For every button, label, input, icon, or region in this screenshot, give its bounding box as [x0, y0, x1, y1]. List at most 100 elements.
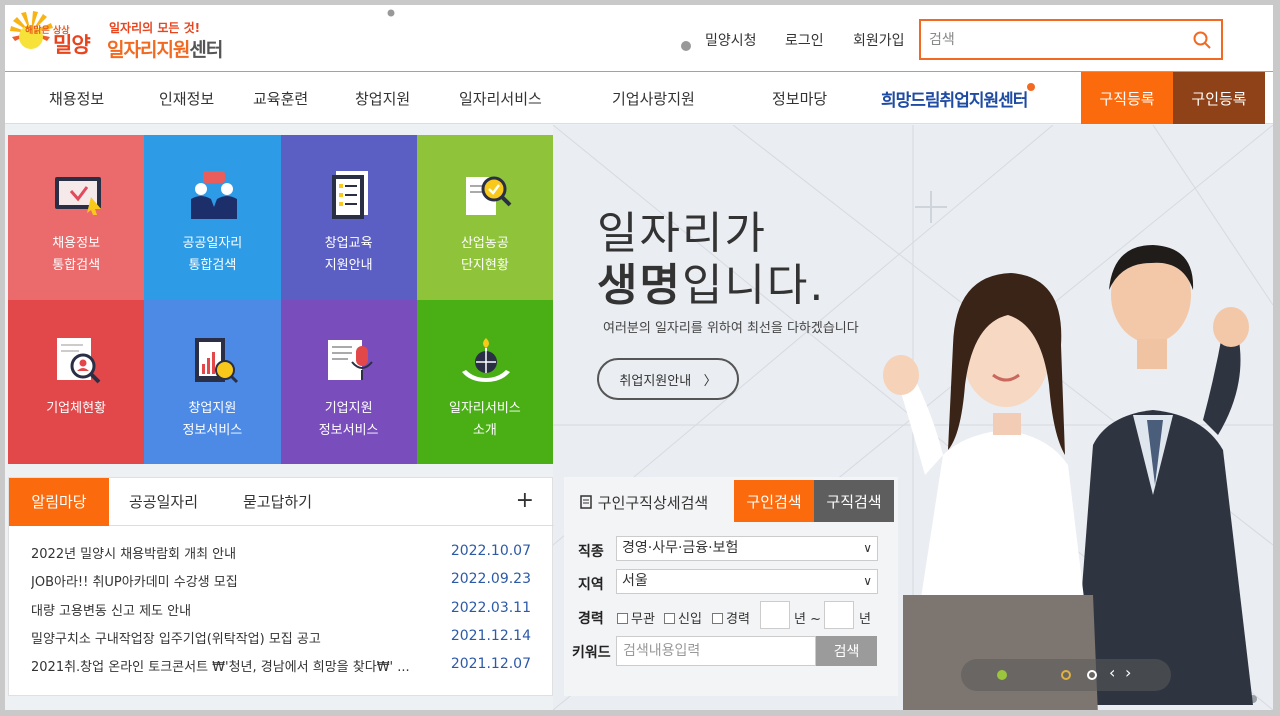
nav-item-talent-info[interactable]: 인재정보 — [159, 88, 214, 109]
notice-date: 2022.09.23 — [450, 571, 531, 588]
tab-recruit-search[interactable]: 구인검색 — [734, 480, 814, 522]
decorative-dot — [681, 41, 691, 51]
job-type-select[interactable]: 경영·사무·금융·보험 ∨ — [616, 536, 878, 561]
next-arrow-icon[interactable]: › — [1125, 663, 1131, 682]
slider-controls: ‹ › — [961, 659, 1171, 691]
quick-menu-tile-label: 일자리서비스소개 — [417, 398, 553, 442]
document-list-icon — [331, 171, 368, 219]
notice-board: 알림마당 공공일자리 묻고답하기 + 2022년 밀양시 채용박람회 개최 안내… — [8, 477, 554, 696]
notice-tabs: 알림마당 공공일자리 묻고답하기 + — [9, 478, 554, 526]
career-any-checkbox[interactable]: 무관 — [617, 608, 655, 627]
notice-row[interactable]: 2021취.창업 온라인 토크콘서트 ₩'청년, 경남에서 희망을 찾다₩' .… — [31, 656, 531, 684]
keyword-input[interactable] — [616, 636, 816, 666]
quick-menu-tile-label-line: 정보서비스 — [182, 422, 243, 438]
quick-menu-tile[interactable]: 공공일자리통합검색 — [144, 135, 281, 300]
notice-title[interactable]: 밀양구치소 구내작업장 입주기업(위탁작업) 모집 공고 — [31, 628, 421, 647]
quick-menu-tile-label-line: 채용정보 — [52, 236, 101, 251]
quick-menu-tile[interactable]: 기업체현황 — [8, 299, 145, 464]
career-label: 경력 — [578, 611, 604, 627]
notice-row[interactable]: 2022년 밀양시 채용박람회 개최 안내 2022.10.07 — [31, 543, 531, 571]
chart-coin-icon — [195, 337, 239, 383]
quick-menu-tile[interactable]: 창업교육 지원안내 — [280, 135, 417, 300]
site-header: 해맑은 상상 밀양 일자리의 모든 것! 일자리지원센터 밀양시청 로그인 회원… — [5, 5, 1273, 71]
career-experienced-label: 경력 — [726, 612, 750, 627]
tab-qna[interactable]: 묻고답하기 — [243, 478, 312, 526]
slide-indicator-active[interactable] — [997, 670, 1007, 680]
quick-menu-tile-label-line: 공공일자리 — [182, 236, 243, 251]
notice-date: 2022.10.07 — [450, 543, 531, 559]
prev-arrow-icon[interactable]: ‹ — [1109, 663, 1115, 682]
notice-title[interactable]: JOB아라!! 취UP아카데미 수강생 모집 — [31, 571, 421, 590]
checkbox-box — [664, 613, 675, 624]
quick-menu-tile[interactable]: 기업지원 정보서비스 — [280, 299, 417, 464]
notice-date: 2021.12.07 — [450, 656, 531, 673]
hope-center-label: 희망드림취업지원센터 — [881, 91, 1028, 111]
detail-search-panel: 구인구직상세검색 구인검색 구직검색 직종 경영·사무·금융·보험 ∨ 지역 서울… — [564, 477, 898, 696]
year-range-separator: 년 ~ — [794, 612, 821, 627]
quick-menu-tile-label-line: 일자리서비스 — [448, 400, 521, 416]
pause-icon[interactable] — [1061, 670, 1071, 680]
logo-center-name: 일자리지원센터 — [107, 35, 223, 62]
region-label: 지역 — [578, 577, 604, 593]
career-new-checkbox[interactable]: 신입 — [664, 608, 702, 627]
quick-menu-tile-label-line: 지원안내 — [324, 258, 373, 273]
keyword-search-button[interactable]: 검색 — [816, 636, 877, 666]
quick-menu-tile-label-line: 소개 — [472, 422, 497, 438]
hope-center-dot — [1027, 83, 1036, 91]
nav-item-startup[interactable]: 창업지원 — [355, 88, 410, 109]
quick-menu-tile-label: 채용정보 통합검색 — [8, 233, 144, 277]
notice-title[interactable]: 2022년 밀양시 채용박람회 개최 안내 — [31, 543, 421, 562]
city-hall-link[interactable]: 밀양시청 — [705, 30, 757, 50]
checkbox-box — [712, 613, 723, 624]
logo-city: 밀양 — [53, 33, 91, 57]
quick-menu-tile[interactable]: 창업지원 정보서비스 — [144, 299, 281, 464]
tab-public-jobs[interactable]: 공공일자리 — [129, 478, 198, 526]
notice-row[interactable]: 밀양구치소 구내작업장 입주기업(위탁작업) 모집 공고 2021.12.14 — [31, 628, 531, 656]
tab-jobseek-search[interactable]: 구직검색 — [814, 480, 894, 522]
hero-title-bold: 생명 — [597, 260, 682, 311]
globe-hands-icon — [461, 337, 510, 382]
notice-title[interactable]: 2021취.창업 온라인 토크콘서트 ₩'청년, 경남에서 희망을 찾다₩' .… — [31, 656, 421, 675]
logo-slogan: 일자리의 모든 것! — [109, 21, 201, 35]
main-navigation: 채용정보 인재정보 교육훈련 창업지원 일자리서비스 기업사랑지원 정보마당 희… — [5, 71, 1273, 124]
search-button[interactable] — [1191, 30, 1213, 52]
chevron-right-icon: 〉 — [703, 373, 717, 389]
quick-menu-tile-label-line: 기업지원 — [324, 400, 373, 416]
notice-date: 2021.12.14 — [450, 627, 531, 644]
document-icon — [580, 495, 592, 509]
nav-item-job-service[interactable]: 일자리서비스 — [459, 88, 542, 109]
quick-menu-tile[interactable]: 산업농공 단지현황 — [416, 135, 553, 300]
nav-item-company-support[interactable]: 기업사랑지원 — [612, 88, 695, 109]
notice-row[interactable]: JOB아라!! 취UP아카데미 수강생 모집 2022.09.23 — [31, 571, 531, 599]
career-experienced-checkbox[interactable]: 경력 — [712, 608, 750, 627]
notice-title[interactable]: 대량 고용변동 신고 제도 안내 — [31, 600, 421, 619]
quick-menu-tile-label-line: 통합검색 — [188, 258, 237, 273]
recruit-register-button[interactable]: 구인등록 — [1173, 72, 1265, 124]
employment-support-button[interactable]: 취업지원안내 〉 — [597, 358, 739, 400]
nav-item-job-info[interactable]: 채용정보 — [49, 88, 104, 109]
monitor-cursor-icon — [55, 177, 101, 215]
signup-link[interactable]: 회원가입 — [853, 30, 905, 50]
quick-menu-tile-label-line: 산업농공 — [460, 236, 509, 251]
hope-center-link[interactable]: 희망드림취업지원센터 — [881, 83, 1036, 111]
play-icon[interactable] — [1087, 670, 1097, 680]
search-input[interactable] — [929, 29, 1179, 51]
site-logo[interactable]: 해맑은 상상 밀양 일자리의 모든 것! 일자리지원센터 — [9, 9, 249, 67]
year-to-input[interactable] — [824, 601, 854, 629]
quick-menu-tile[interactable]: 일자리서비스소개 — [416, 299, 553, 464]
job-seek-register-button[interactable]: 구직등록 — [1081, 72, 1173, 124]
nav-item-training[interactable]: 교육훈련 — [253, 88, 308, 109]
login-link[interactable]: 로그인 — [785, 30, 824, 50]
tab-notice[interactable]: 알림마당 — [9, 478, 109, 526]
quick-menu-tile[interactable]: 채용정보 통합검색 — [8, 135, 145, 300]
detail-search-title-text: 구인구직상세검색 — [597, 494, 709, 512]
nav-item-info-board[interactable]: 정보마당 — [772, 88, 827, 109]
checkbox-box — [617, 613, 628, 624]
chevron-down-icon: ∨ — [863, 574, 872, 588]
hero-title-line2: 생명입니다. — [597, 249, 825, 313]
quick-menu-tile-label: 창업교육 지원안내 — [281, 233, 417, 277]
more-plus-icon[interactable]: + — [516, 488, 534, 513]
year-from-input[interactable] — [760, 601, 790, 629]
notice-row[interactable]: 대량 고용변동 신고 제도 안내 2022.03.11 — [31, 600, 531, 628]
region-select[interactable]: 서울 ∨ — [616, 569, 878, 594]
